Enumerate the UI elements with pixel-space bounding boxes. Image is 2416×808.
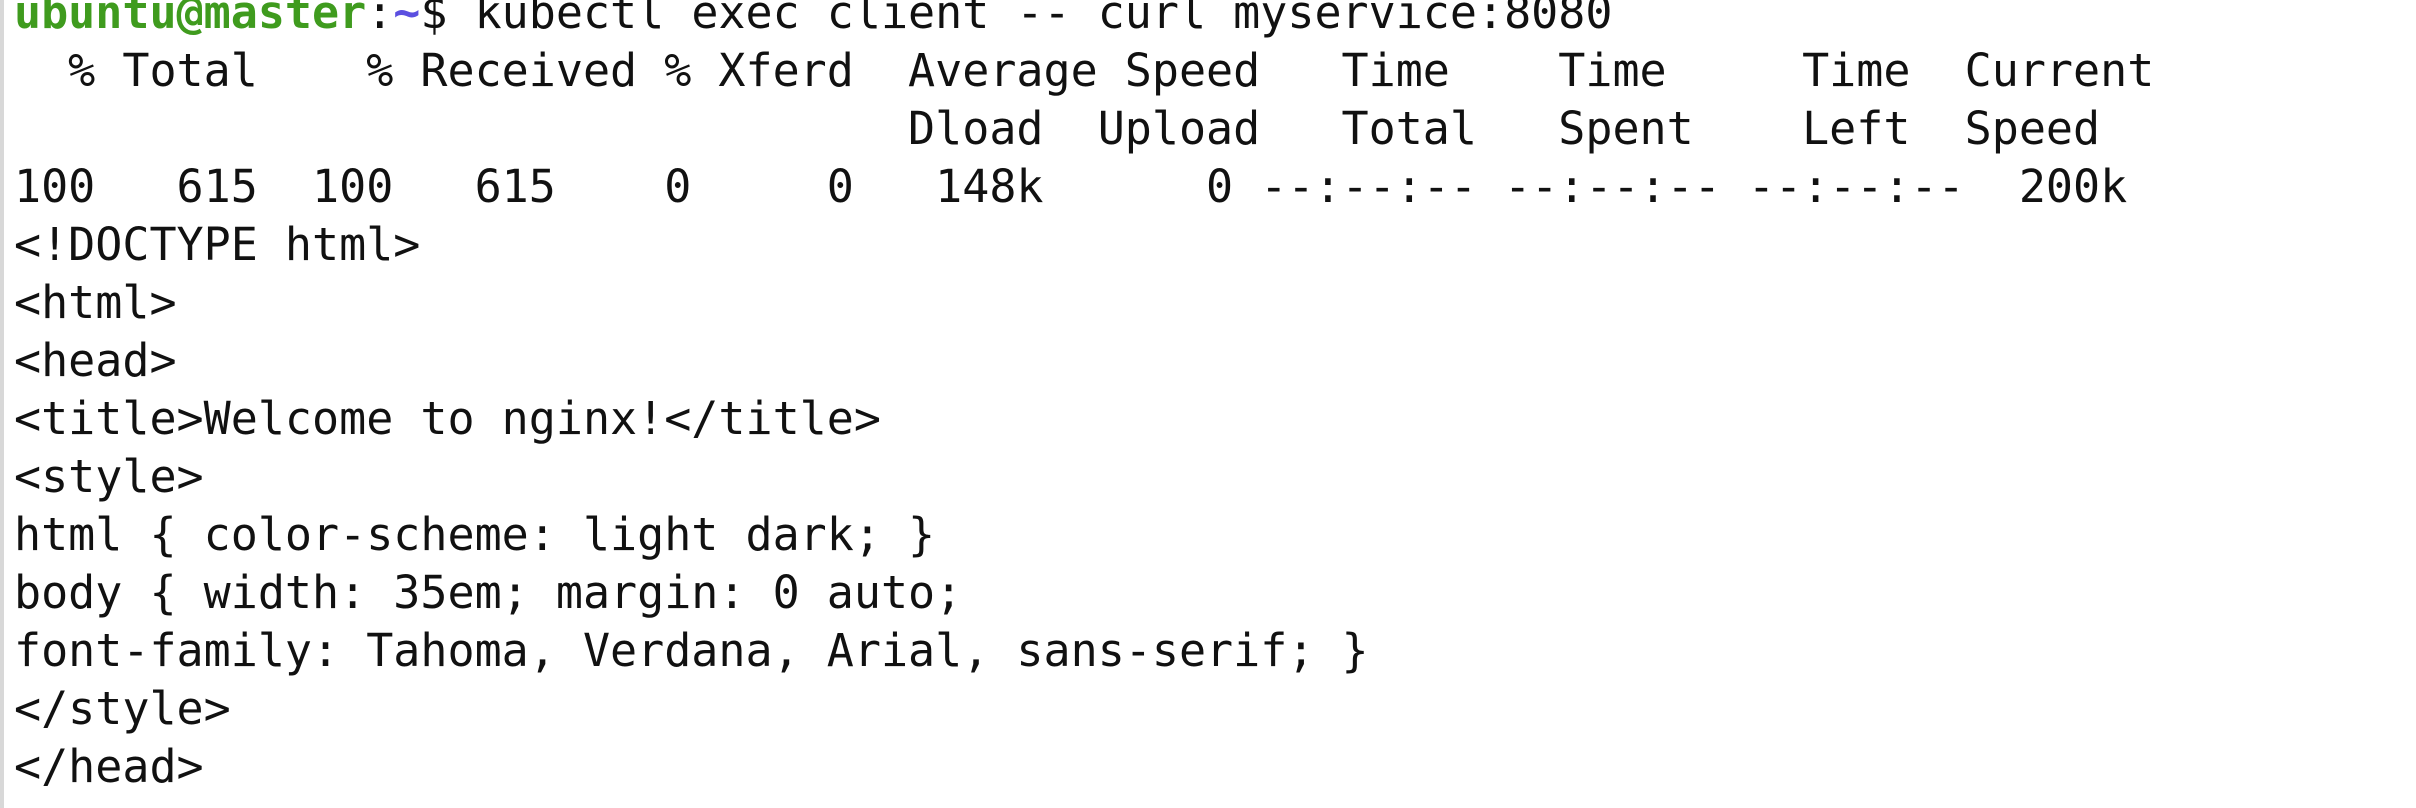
output-line: font-family: Tahoma, Verdana, Arial, san… xyxy=(14,624,1369,677)
output-line: <head> xyxy=(14,334,177,387)
output-line: <!DOCTYPE html> xyxy=(14,218,421,271)
prompt-user-host: ubuntu@master xyxy=(14,0,367,39)
window-left-edge xyxy=(0,0,4,808)
curl-progress-header-2: Dload Upload Total Spent Left Speed xyxy=(14,102,2101,155)
curl-progress-values: 100 615 100 615 0 0 148k 0 --:--:-- --:-… xyxy=(14,160,2128,213)
terminal-window[interactable]: ubuntu@master:~$ kubectl exec client -- … xyxy=(0,0,2416,808)
command-text: kubectl exec client -- curl myservice:80… xyxy=(447,0,1613,39)
output-line: body { width: 35em; margin: 0 auto; xyxy=(14,566,963,619)
output-line: </head> xyxy=(14,740,204,793)
output-line: html { color-scheme: light dark; } xyxy=(14,508,936,561)
prompt-colon: : xyxy=(366,0,394,39)
output-line: <html> xyxy=(14,276,177,329)
prompt-dollar: $ xyxy=(420,0,448,39)
prompt-line: ubuntu@master:~$ kubectl exec client -- … xyxy=(14,0,1612,42)
prompt-path: ~ xyxy=(393,0,421,39)
output-line: <title>Welcome to nginx!</title> xyxy=(14,392,881,445)
curl-progress-header-1: % Total % Received % Xferd Average Speed… xyxy=(14,44,2155,97)
output-line: <style> xyxy=(14,450,204,503)
output-line: </style> xyxy=(14,682,231,735)
